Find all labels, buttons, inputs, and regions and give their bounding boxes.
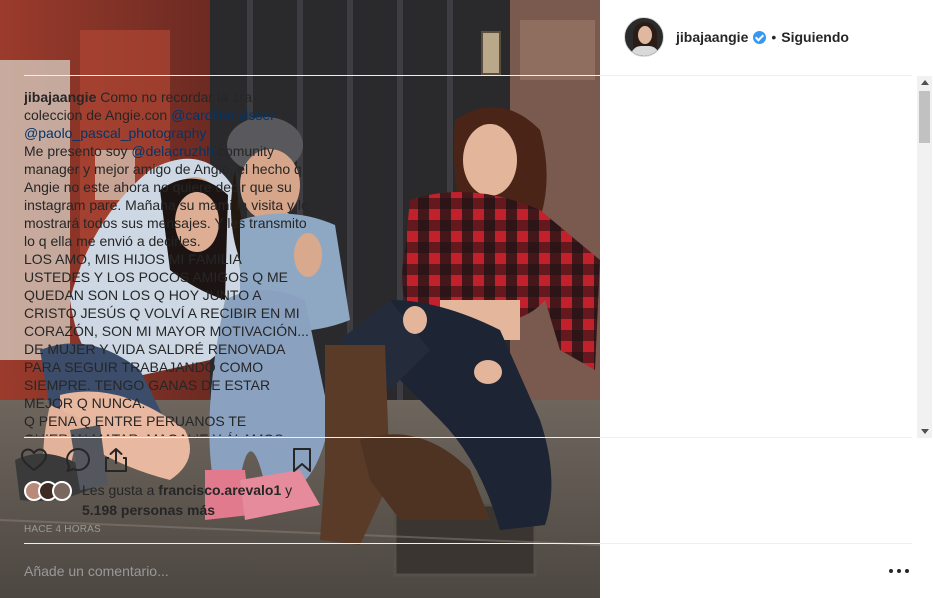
divider (24, 437, 912, 438)
liker-username[interactable]: francisco.arevalo1 (158, 482, 281, 498)
caption-mention-link[interactable]: @delacruzhh (131, 143, 214, 159)
avatar[interactable] (624, 17, 664, 57)
more-options-icon[interactable] (889, 561, 909, 581)
post-timestamp[interactable]: HACE 4 HORAS (24, 524, 101, 535)
save-button[interactable] (288, 446, 316, 474)
like-button[interactable] (20, 446, 48, 474)
heart-icon (21, 448, 47, 471)
caption-scrollbar[interactable] (917, 76, 932, 438)
author-username[interactable]: jibajaangie (676, 29, 748, 45)
caption-text (275, 107, 279, 123)
comment-input[interactable] (24, 556, 234, 586)
caption-scroll-area[interactable]: jibajaangie Como no recordar la 1ra cole… (24, 88, 309, 436)
share-icon (105, 448, 127, 472)
divider (24, 75, 912, 76)
caption-text: Me presento soy (24, 143, 128, 159)
caption-mention-link[interactable]: @caroline.visser (171, 107, 275, 123)
avatar (52, 481, 72, 501)
likes-summary: Les gusta a francisco.arevalo1 y 5.198 p… (24, 480, 314, 520)
likes-middle: y (281, 482, 293, 498)
likes-prefix: Les gusta a (82, 482, 159, 498)
post-side-panel: jibajaangie • Siguiendo (600, 0, 933, 598)
caption-author[interactable]: jibajaangie (24, 89, 96, 105)
post-caption: jibajaangie Como no recordar la 1ra cole… (24, 88, 309, 436)
comment-button[interactable] (64, 446, 92, 474)
liker-avatars[interactable] (24, 481, 80, 501)
scrollbar-thumb[interactable] (919, 91, 930, 143)
post-actions (20, 444, 315, 476)
share-button[interactable] (102, 446, 130, 474)
comment-bubble-icon (66, 448, 90, 472)
likes-count[interactable]: 5.198 personas más (82, 502, 215, 518)
following-button[interactable]: Siguiendo (781, 29, 849, 45)
caption-mention-link[interactable]: @paolo_pascal_photography (24, 125, 206, 141)
caption-text: comunity manager y mejor amigo de Angie,… (24, 143, 309, 436)
post-header: jibajaangie • Siguiendo (624, 16, 849, 58)
likes-text: Les gusta a francisco.arevalo1 y 5.198 p… (82, 480, 314, 520)
scroll-up-arrow-icon[interactable] (921, 80, 929, 85)
divider (24, 543, 912, 544)
bookmark-icon (293, 448, 311, 472)
verified-badge-icon (753, 30, 767, 44)
header-separator: • (771, 29, 777, 45)
scroll-down-arrow-icon[interactable] (921, 429, 929, 434)
